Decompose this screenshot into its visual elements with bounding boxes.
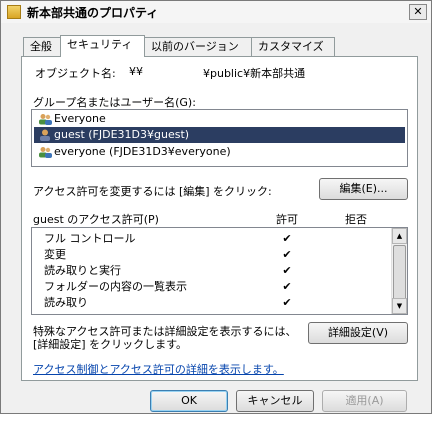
group-item-label: Everyone [54,112,106,125]
help-link[interactable]: アクセス制御とアクセス許可の詳細を表示します。 [33,361,284,377]
allow-check-icon: ✔ [282,296,292,309]
apply-button[interactable]: 適用(A) [322,390,407,412]
permission-row: 読み取り ✔ [32,295,390,311]
permission-row: フル コントロール ✔ [32,231,390,247]
scroll-down-arrow-icon[interactable]: ▼ [392,298,407,314]
permissions-list[interactable]: フル コントロール ✔ 変更 ✔ 読み取りと実行 ✔ フォルダーの内容の一覧表示… [31,227,408,315]
group-item-everyone[interactable]: Everyone [34,111,405,127]
ok-button[interactable]: OK [150,390,228,412]
group-item-label: everyone (FJDE31D3¥everyone) [54,145,231,158]
permission-name: 変更 [44,248,66,261]
permissions-label: guest のアクセス許可(P) [33,213,159,226]
allow-check-icon: ✔ [282,280,292,293]
groups-label: グループ名またはユーザー名(G): [33,96,196,109]
group-item-everyone-local[interactable]: everyone (FJDE31D3¥everyone) [34,144,405,160]
advanced-button[interactable]: 詳細設定(V) [308,322,408,344]
cancel-button[interactable]: キャンセル [236,390,314,412]
allow-column-header: 許可 [276,213,298,226]
permission-name: フル コントロール [44,232,136,245]
permission-row: 読み取りと実行 ✔ [32,263,390,279]
object-name-path: ¥public¥新本部共通 [203,67,306,80]
tab-general[interactable]: 全般 [23,37,61,56]
group-item-label: guest (FJDE31D3¥guest) [54,128,190,141]
permission-row: 変更 ✔ [32,247,390,263]
tab-security[interactable]: セキュリティ [60,35,145,57]
groups-listbox[interactable]: Everyone guest (FJDE31D3¥guest) everyone… [31,109,408,167]
folder-icon [7,5,21,19]
change-permissions-text: アクセス許可を変更するには [編集] をクリック: [33,185,272,198]
scroll-up-arrow-icon[interactable]: ▲ [392,228,407,244]
permissions-scrollbar[interactable]: ▲ ▼ [391,228,407,314]
redacted-area [149,65,201,79]
allow-check-icon: ✔ [282,264,292,277]
permission-name: 読み取りと実行 [44,264,121,277]
deny-column-header: 拒否 [345,213,367,226]
group-users-icon [39,114,52,125]
close-button[interactable]: ✕ [409,4,427,20]
permission-row: フォルダーの内容の一覧表示 ✔ [32,279,390,295]
object-name-label: オブジェクト名: [35,67,116,80]
allow-check-icon: ✔ [282,248,292,261]
tab-previous-versions[interactable]: 以前のバージョン [144,37,252,56]
window-title: 新本部共通のプロパティ [27,6,159,20]
title-bar[interactable]: 新本部共通のプロパティ ✕ [1,1,431,23]
advanced-text-line2: [詳細設定] をクリックします。 [33,338,187,351]
permission-name: フォルダーの内容の一覧表示 [44,280,187,293]
permission-name: 読み取り [44,296,88,309]
properties-dialog: 新本部共通のプロパティ ✕ 全般 セキュリティ 以前のバージョン カスタマイズ … [0,0,432,414]
edit-button[interactable]: 編集(E)... [319,178,408,200]
allow-check-icon: ✔ [282,232,292,245]
group-item-guest[interactable]: guest (FJDE31D3¥guest) [34,127,405,143]
user-icon [40,129,50,141]
group-users-icon [39,147,52,158]
tab-customize[interactable]: カスタマイズ [251,37,335,56]
object-name-prefix: ¥¥ [129,65,143,78]
